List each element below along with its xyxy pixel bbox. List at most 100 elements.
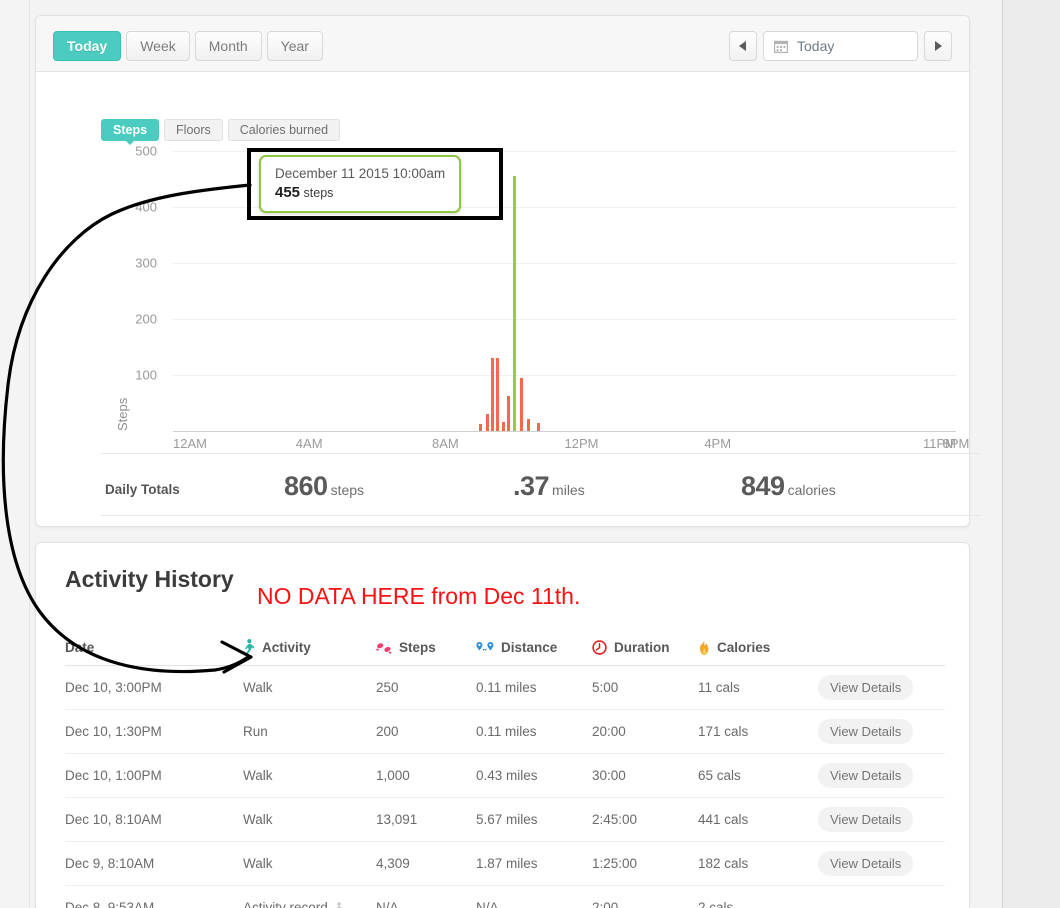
cell-duration-text: 30:00	[592, 768, 626, 783]
table-row[interactable]: Dec 10, 3:00PM Walk 250 0.11 miles 5:00 11 ca…	[65, 666, 945, 710]
cell-distance: 0.11 miles	[476, 680, 592, 695]
chart-x-tick-11PM: 11PM	[923, 436, 956, 451]
cell-calories-text: 2 cals	[698, 900, 734, 908]
cell-steps: 1,000	[376, 768, 476, 783]
metric-tab-floors[interactable]: Floors	[164, 119, 223, 141]
cell-steps-text: 250	[376, 680, 399, 695]
chart-bar[interactable]	[501, 422, 505, 431]
view-details-button[interactable]: View Details	[818, 719, 914, 744]
cell-distance-text: N/A	[476, 900, 499, 908]
chart-bar[interactable]	[496, 358, 500, 431]
cell-calories: 171 cals	[698, 724, 818, 739]
range-tab-today[interactable]: Today	[53, 31, 122, 61]
cell-activity: Run	[243, 724, 376, 739]
cell-date-text: Dec 10, 3:00PM	[65, 680, 162, 695]
total-distance-unit: miles	[552, 482, 585, 498]
view-details-button[interactable]: View Details	[818, 763, 914, 788]
cell-duration: 1:25:00	[592, 856, 698, 871]
table-row[interactable]: Dec 9, 8:10AM Walk 4,309 1.87 miles 1:25:00 1…	[65, 842, 945, 886]
cell-date: Dec 10, 8:10AM	[65, 812, 243, 827]
date-picker-field[interactable]: Today	[763, 31, 918, 61]
next-day-button[interactable]	[924, 31, 952, 61]
chart-bar[interactable]	[520, 377, 524, 431]
chart-bar-highlighted[interactable]	[513, 176, 517, 431]
daily-totals-divider	[101, 515, 981, 516]
activity-record-icon	[334, 901, 344, 908]
cell-steps-text: 200	[376, 724, 399, 739]
column-header-calories[interactable]: Calories	[698, 639, 818, 656]
tooltip-date: December 11 2015 10:00am	[275, 166, 446, 181]
cell-distance: 1.87 miles	[476, 856, 592, 871]
cell-activity-text: Walk	[243, 680, 273, 695]
range-tab-year[interactable]: Year	[266, 31, 323, 61]
chart-bar[interactable]	[486, 414, 490, 431]
clock-icon	[592, 640, 607, 655]
column-header-distance[interactable]: Distance	[476, 640, 592, 655]
cell-activity: Walk	[243, 768, 376, 783]
column-header-date[interactable]: Date	[65, 640, 243, 655]
total-calories-value: 849	[741, 471, 785, 501]
cell-distance-text: 0.11 miles	[476, 680, 537, 695]
metric-tab-calories-burned[interactable]: Calories burned	[227, 119, 341, 141]
cell-activity-text: Walk	[243, 856, 273, 871]
cell-date: Dec 10, 3:00PM	[65, 680, 243, 695]
chart-bar[interactable]	[479, 424, 483, 431]
cell-distance-text: 0.11 miles	[476, 724, 537, 739]
steps-chart: Steps 100 200 300 400 500 12AM 4AM 8AM 12PM 4PM 8…	[101, 144, 969, 452]
column-header-duration[interactable]: Duration	[592, 640, 698, 655]
cell-duration-text: 20:00	[592, 724, 626, 739]
cell-steps-text: 1,000	[376, 768, 410, 783]
cell-steps-text: 13,091	[376, 812, 418, 827]
cell-calories: 65 cals	[698, 768, 818, 783]
cell-duration-text: 2:45:00	[592, 812, 638, 827]
table-row[interactable]: Dec 10, 8:10AM Walk 13,091 5.67 miles 2:45:0…	[65, 798, 945, 842]
range-tab-month[interactable]: Month	[194, 31, 262, 61]
metric-tab-steps[interactable]: Steps	[101, 119, 160, 145]
no-data-annotation-text: NO DATA HERE from Dec 11th.	[257, 583, 581, 609]
column-header-calories-label: Calories	[717, 640, 771, 655]
table-row[interactable]: Dec 10, 1:00PM Walk 1,000 0.43 miles 30:00 65…	[65, 754, 945, 798]
view-details-button[interactable]: View Details	[818, 851, 914, 876]
table-row[interactable]: Dec 10, 1:30PM Run 200 0.11 miles 20:00 171 c…	[65, 710, 945, 754]
chart-x-tick-4AM: 4AM	[295, 436, 323, 451]
walking-person-icon	[243, 639, 255, 656]
chevron-left-icon	[739, 41, 746, 51]
cell-duration: 20:00	[592, 724, 698, 739]
view-details-button[interactable]: View Details	[818, 807, 914, 832]
cell-activity-text: Walk	[243, 812, 273, 827]
cell-calories: 11 cals	[698, 680, 818, 695]
cell-distance: 5.67 miles	[476, 812, 592, 827]
cell-action: View Details	[818, 763, 914, 788]
cell-steps: 13,091	[376, 812, 476, 827]
chart-bar[interactable]	[506, 396, 510, 431]
table-row[interactable]: Dec 8, 9:53AM Activity record N/A N/A 2:00 2 …	[65, 886, 945, 908]
column-header-activity[interactable]: Activity	[243, 639, 376, 656]
page-outer-background	[1004, 0, 1060, 908]
cell-steps: 4,309	[376, 856, 476, 871]
chart-bar[interactable]	[491, 358, 495, 431]
cell-date-text: Dec 8, 9:53AM	[65, 900, 155, 908]
view-details-button[interactable]: View Details	[818, 675, 914, 700]
chart-x-tick-8AM: 8AM	[431, 436, 459, 451]
cell-distance: 0.11 miles	[476, 724, 592, 739]
chart-bar[interactable]	[527, 418, 531, 431]
chart-bar[interactable]	[537, 423, 541, 431]
page-shell: Today Week Month Year Today Steps Floors…	[0, 0, 1003, 908]
range-tab-week[interactable]: Week	[126, 31, 190, 61]
cell-action: View Details	[818, 807, 914, 832]
cell-calories-text: 171 cals	[698, 724, 749, 739]
cell-date: Dec 10, 1:30PM	[65, 724, 243, 739]
cell-date-text: Dec 10, 1:30PM	[65, 724, 162, 739]
activity-history-table: Date Activity Steps Distance Duration Ca…	[65, 630, 945, 908]
cell-calories-text: 441 cals	[698, 812, 749, 827]
cell-steps-text: 4,309	[376, 856, 410, 871]
chart-x-tick-12AM: 12AM	[173, 436, 207, 451]
cell-steps: N/A	[376, 900, 476, 908]
chart-x-axis-line	[173, 431, 956, 432]
previous-day-button[interactable]	[729, 31, 757, 61]
chart-y-tick-100: 100	[135, 367, 157, 383]
cell-duration-text: 2:00	[592, 900, 619, 908]
cell-calories: 441 cals	[698, 812, 818, 827]
cell-activity: Walk	[243, 856, 376, 871]
column-header-steps[interactable]: Steps	[376, 640, 476, 655]
